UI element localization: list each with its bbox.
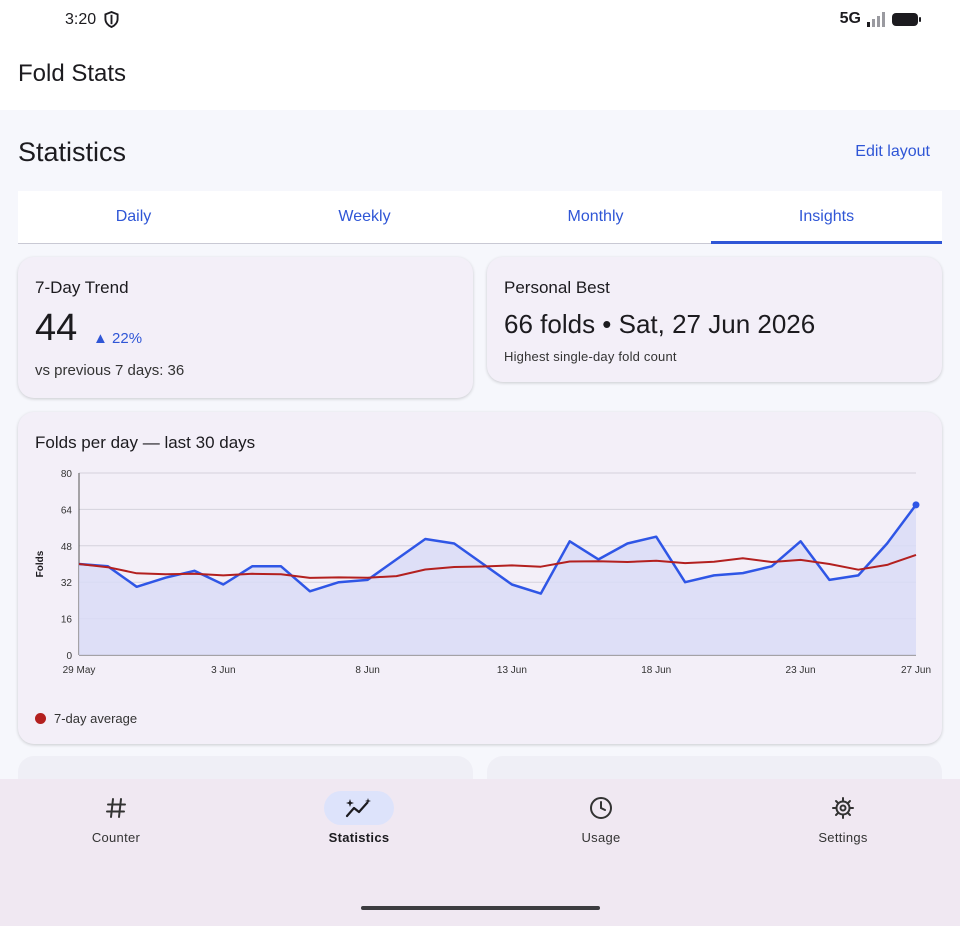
nav-pill — [566, 791, 636, 825]
latest-point — [912, 501, 920, 509]
chart-title: Folds per day — last 30 days — [35, 433, 256, 452]
folds-line-chart: 0 16 32 48 64 80 29 May 3 Jun 8 Jun 13 Jun 18 Jun 2… — [35, 469, 931, 676]
x-tick-label: 23 Jun — [786, 665, 816, 676]
legend-label: 7-day average — [54, 711, 138, 726]
battery-icon — [892, 12, 921, 26]
x-tick-label: 18 Jun — [641, 665, 671, 676]
x-tick-label: 8 Jun — [355, 665, 379, 676]
network-type: 5G — [839, 10, 861, 27]
trend-card-title: 7-Day Trend — [35, 278, 129, 297]
app-title: Fold Stats — [18, 60, 127, 87]
folds-area — [79, 504, 916, 655]
nav-counter[interactable]: Counter — [36, 791, 196, 851]
tab-bar: Daily Weekly Monthly Insights — [18, 191, 942, 244]
gear-icon — [832, 797, 854, 819]
x-tick-label: 3 Jun — [211, 665, 235, 676]
shield-icon — [104, 11, 119, 28]
nav-pill — [81, 791, 151, 825]
x-tick-label: 27 Jun — [901, 665, 931, 676]
personal-best-title: Personal Best — [504, 278, 610, 297]
bottom-navigation: Counter Statistics Usage Settings — [0, 779, 960, 926]
hash-icon — [106, 798, 126, 818]
trend-subtitle: vs previous 7 days: 36 — [35, 362, 185, 379]
chart-legend: 7-day average — [35, 711, 137, 726]
y-tick-label: 48 — [61, 542, 73, 553]
home-indicator — [361, 906, 600, 910]
x-tick-label: 29 May — [63, 665, 96, 676]
nav-counter-label: Counter — [91, 830, 141, 845]
app-bar: Fold Stats — [0, 40, 960, 110]
trend-value: 44 — [35, 307, 78, 349]
edit-layout-button[interactable]: Edit layout — [855, 143, 930, 161]
folds-chart-card: 0 16 32 48 64 80 29 May 3 Jun 8 Jun 13 Jun 18 Jun 2… — [18, 412, 942, 744]
y-tick-label: 80 — [61, 469, 73, 480]
y-tick-label: 64 — [61, 505, 73, 516]
nav-settings[interactable]: Settings — [763, 791, 923, 851]
y-tick-label: 16 — [61, 615, 73, 626]
nav-statistics[interactable]: Statistics — [279, 791, 439, 851]
nav-usage-label: Usage — [581, 830, 621, 845]
personal-best-subtitle: Highest single-day fold count — [504, 349, 677, 364]
status-bar: 3:20 5G — [0, 0, 960, 40]
sparkle-trend-icon — [345, 798, 371, 818]
signal-icon — [867, 11, 885, 27]
nav-usage[interactable]: Usage — [521, 791, 681, 851]
tab-weekly[interactable]: Weekly — [249, 191, 480, 243]
x-tick-label: 13 Jun — [497, 665, 527, 676]
tab-daily[interactable]: Daily — [18, 191, 249, 243]
trend-card: 7-Day Trend 44 ▲ 22% vs previous 7 days:… — [18, 257, 473, 398]
tab-insights[interactable]: Insights — [711, 191, 942, 244]
page-title: Statistics — [18, 137, 127, 167]
y-tick-label: 0 — [66, 651, 72, 662]
y-tick-label: 32 — [61, 578, 73, 589]
personal-best-card: Personal Best 66 folds • Sat, 27 Jun 202… — [487, 257, 942, 382]
nav-settings-label: Settings — [818, 830, 868, 845]
tab-monthly[interactable]: Monthly — [480, 191, 711, 243]
nav-pill — [808, 791, 878, 825]
trend-delta: ▲ 22% — [93, 330, 143, 347]
status-right: 5G — [840, 10, 922, 28]
status-time: 3:20 — [65, 11, 97, 28]
clock-icon — [590, 797, 612, 819]
y-axis-label: Folds — [35, 550, 46, 577]
nav-statistics-label: Statistics — [328, 830, 390, 845]
nav-pill — [324, 791, 394, 825]
personal-best-value: 66 folds • Sat, 27 Jun 2026 — [504, 309, 816, 339]
legend-swatch — [35, 713, 46, 724]
